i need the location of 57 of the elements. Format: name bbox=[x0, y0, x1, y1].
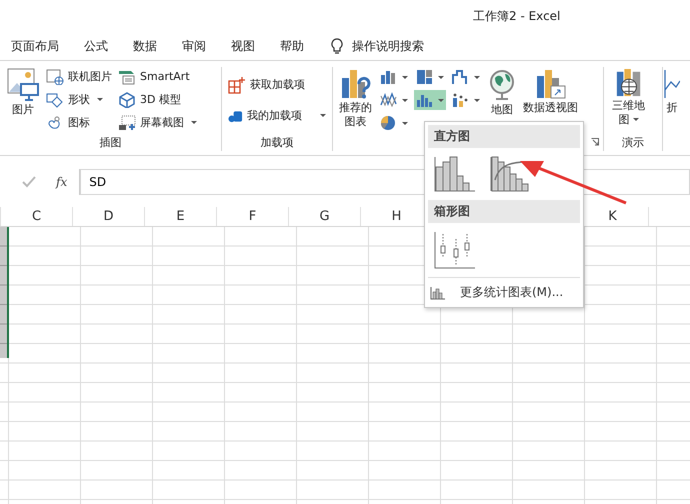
insert-button[interactable]: 图标 bbox=[46, 113, 112, 132]
sparkline-button[interactable]: 折 bbox=[663, 67, 681, 116]
histogram-chart-icon[interactable] bbox=[434, 156, 476, 192]
histogram-icon bbox=[430, 286, 446, 300]
ribbon-tab[interactable]: 页面布局 bbox=[11, 38, 59, 54]
section-header: 箱形图 bbox=[428, 200, 580, 223]
insert-button[interactable]: 3D 模型 bbox=[118, 90, 197, 109]
chart-type-button[interactable] bbox=[414, 67, 446, 87]
pivot-chart-icon bbox=[534, 68, 567, 100]
lightbulb-icon bbox=[331, 38, 343, 54]
waterfall-chart-icon bbox=[452, 69, 470, 85]
picture-icon bbox=[7, 68, 39, 102]
pie-chart-icon bbox=[380, 115, 398, 131]
line-chart-icon bbox=[664, 68, 680, 100]
ribbon-tab[interactable]: 帮助 bbox=[280, 38, 304, 54]
insert-button[interactable]: 屏幕截图 bbox=[118, 113, 197, 132]
group-label: 加载项 bbox=[260, 135, 294, 151]
column-header[interactable]: F bbox=[216, 207, 288, 226]
add-in-button[interactable]: 我的加载项 bbox=[228, 106, 326, 125]
smartart-icon bbox=[118, 68, 136, 84]
recommended-charts-button[interactable]: 推荐的图表 bbox=[337, 67, 374, 135]
column-header[interactable]: E bbox=[144, 207, 216, 226]
group-label: 插图 bbox=[98, 135, 122, 151]
3d-map-icon bbox=[614, 68, 643, 98]
window-title: 工作簿2 - Excel bbox=[473, 8, 560, 24]
section-header: 直方图 bbox=[428, 125, 580, 148]
grid-plus-icon bbox=[228, 76, 246, 94]
line-chart-icon bbox=[380, 92, 398, 108]
group-label: 演示 bbox=[621, 135, 645, 151]
dialog-launcher-icon[interactable] bbox=[591, 138, 599, 146]
online-picture-icon bbox=[46, 68, 64, 84]
insert-button[interactable]: SmartArt bbox=[118, 67, 197, 86]
column-header[interactable]: D bbox=[72, 207, 144, 226]
hierarchy-chart-icon bbox=[416, 69, 434, 85]
more-charts-item[interactable]: 更多统计图表(M)... bbox=[428, 277, 580, 304]
insert-button[interactable]: 形状 bbox=[46, 90, 112, 109]
cube-icon bbox=[118, 92, 136, 108]
ribbon-tab[interactable]: 数据 bbox=[133, 38, 157, 54]
pictures-button[interactable]: 图片 bbox=[6, 67, 40, 135]
chart-question-icon bbox=[340, 68, 372, 100]
shapes-icon bbox=[46, 92, 64, 108]
column-header[interactable]: C bbox=[0, 207, 72, 226]
column-header[interactable]: G bbox=[288, 207, 360, 226]
checkmark-icon[interactable] bbox=[22, 176, 36, 188]
chart-type-button[interactable] bbox=[378, 113, 410, 133]
insert-button[interactable]: 联机图片 bbox=[46, 67, 112, 86]
ribbon-tab[interactable]: 视图 bbox=[231, 38, 255, 54]
column-chart-icon bbox=[380, 69, 398, 85]
add-in-button[interactable]: 获取加载项 bbox=[228, 75, 326, 94]
ribbon-tab[interactable]: 审阅 bbox=[182, 38, 206, 54]
box-whisker-chart-icon[interactable] bbox=[434, 231, 476, 269]
histogram-chart-icon bbox=[416, 92, 434, 108]
ribbon-tab[interactable]: 公式 bbox=[84, 38, 108, 54]
screenshot-icon bbox=[118, 114, 136, 130]
scatter-chart-icon bbox=[452, 92, 470, 108]
3d-map-button[interactable]: 三维地图 bbox=[610, 67, 648, 135]
chart-type-button[interactable] bbox=[450, 67, 482, 87]
